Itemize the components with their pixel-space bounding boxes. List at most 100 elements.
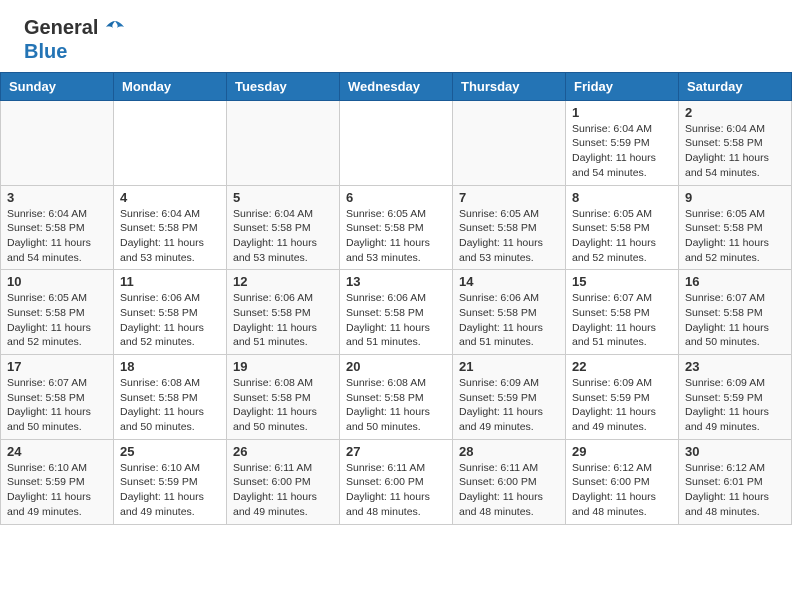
calendar-cell: 23Sunrise: 6:09 AM Sunset: 5:59 PM Dayli…: [679, 355, 792, 440]
day-number: 17: [7, 359, 107, 374]
calendar-cell: 19 Sunrise: 6:08 AM Sunset: 5:58 PM Dayli…: [227, 355, 340, 440]
calendar-cell: 9Sunrise: 6:05 AM Sunset: 5:58 PM Daylig…: [679, 185, 792, 270]
calendar-header-row: SundayMondayTuesdayWednesdayThursdayFrid…: [1, 72, 792, 100]
logo-general-text: General: [24, 17, 98, 39]
day-info: Sunrise: 6:12 AM Sunset: 6:01 PM Dayligh…: [685, 461, 785, 520]
week-row-2: 3 Sunrise: 6:04 AM Sunset: 5:58 PM Daylig…: [1, 185, 792, 270]
calendar-cell: 8 Sunrise: 6:05 AM Sunset: 5:58 PM Daylig…: [566, 185, 679, 270]
day-info: Sunrise: 6:07 AM Sunset: 5:58 PM Dayligh…: [685, 291, 785, 350]
day-info: Sunrise: 6:11 AM Sunset: 6:00 PM Dayligh…: [459, 461, 559, 520]
day-number: 1: [572, 105, 672, 120]
day-info: Sunrise: 6:10 AM Sunset: 5:59 PM Dayligh…: [120, 461, 220, 520]
calendar-cell: 26 Sunrise: 6:11 AM Sunset: 6:00 PM Dayli…: [227, 439, 340, 524]
day-number: 10: [7, 274, 107, 289]
calendar-cell: 7 Sunrise: 6:05 AM Sunset: 5:58 PM Daylig…: [453, 185, 566, 270]
day-number: 8: [572, 190, 672, 205]
calendar-cell: [453, 100, 566, 185]
day-number: 12: [233, 274, 333, 289]
day-info: Sunrise: 6:09 AM Sunset: 5:59 PM Dayligh…: [685, 376, 785, 435]
day-info: Sunrise: 6:04 AM Sunset: 5:58 PM Dayligh…: [233, 207, 333, 266]
header-sunday: Sunday: [1, 72, 114, 100]
calendar-cell: 13Sunrise: 6:06 AM Sunset: 5:58 PM Dayli…: [340, 270, 453, 355]
week-row-5: 24 Sunrise: 6:10 AM Sunset: 5:59 PM Dayli…: [1, 439, 792, 524]
calendar-table: SundayMondayTuesdayWednesdayThursdayFrid…: [0, 72, 792, 525]
day-info: Sunrise: 6:08 AM Sunset: 5:58 PM Dayligh…: [120, 376, 220, 435]
day-number: 30: [685, 444, 785, 459]
calendar-cell: 15 Sunrise: 6:07 AM Sunset: 5:58 PM Dayli…: [566, 270, 679, 355]
day-info: Sunrise: 6:12 AM Sunset: 6:00 PM Dayligh…: [572, 461, 672, 520]
day-number: 24: [7, 444, 107, 459]
day-number: 19: [233, 359, 333, 374]
day-info: Sunrise: 6:05 AM Sunset: 5:58 PM Dayligh…: [572, 207, 672, 266]
calendar-cell: 2 Sunrise: 6:04 AM Sunset: 5:58 PM Daylig…: [679, 100, 792, 185]
day-number: 22: [572, 359, 672, 374]
calendar-cell: 28 Sunrise: 6:11 AM Sunset: 6:00 PM Dayli…: [453, 439, 566, 524]
calendar-cell: 11Sunrise: 6:06 AM Sunset: 5:58 PM Dayli…: [114, 270, 227, 355]
day-number: 14: [459, 274, 559, 289]
calendar-cell: 16 Sunrise: 6:07 AM Sunset: 5:58 PM Dayli…: [679, 270, 792, 355]
header-saturday: Saturday: [679, 72, 792, 100]
calendar-cell: 6 Sunrise: 6:05 AM Sunset: 5:58 PM Daylig…: [340, 185, 453, 270]
calendar-cell: 1Sunrise: 6:04 AM Sunset: 5:59 PM Daylig…: [566, 100, 679, 185]
calendar-cell: 12Sunrise: 6:06 AM Sunset: 5:58 PM Dayli…: [227, 270, 340, 355]
day-info: Sunrise: 6:05 AM Sunset: 5:58 PM Dayligh…: [459, 207, 559, 266]
calendar-cell: 17 Sunrise: 6:07 AM Sunset: 5:58 PM Dayli…: [1, 355, 114, 440]
calendar-cell: 27 Sunrise: 6:11 AM Sunset: 6:00 PM Dayli…: [340, 439, 453, 524]
header-friday: Friday: [566, 72, 679, 100]
day-number: 26: [233, 444, 333, 459]
calendar-cell: [1, 100, 114, 185]
day-info: Sunrise: 6:10 AM Sunset: 5:59 PM Dayligh…: [7, 461, 107, 520]
calendar-cell: [340, 100, 453, 185]
calendar-cell: 14 Sunrise: 6:06 AM Sunset: 5:58 PM Dayli…: [453, 270, 566, 355]
calendar-cell: 21Sunrise: 6:09 AM Sunset: 5:59 PM Dayli…: [453, 355, 566, 440]
calendar-cell: 24 Sunrise: 6:10 AM Sunset: 5:59 PM Dayli…: [1, 439, 114, 524]
calendar-cell: 10 Sunrise: 6:05 AM Sunset: 5:58 PM Dayli…: [1, 270, 114, 355]
day-info: Sunrise: 6:05 AM Sunset: 5:58 PM Dayligh…: [346, 207, 446, 266]
day-number: 5: [233, 190, 333, 205]
header-thursday: Thursday: [453, 72, 566, 100]
calendar-cell: 4 Sunrise: 6:04 AM Sunset: 5:58 PM Daylig…: [114, 185, 227, 270]
day-info: Sunrise: 6:04 AM Sunset: 5:58 PM Dayligh…: [7, 207, 107, 266]
day-number: 18: [120, 359, 220, 374]
day-info: Sunrise: 6:06 AM Sunset: 5:58 PM Dayligh…: [459, 291, 559, 350]
calendar-cell: 29 Sunrise: 6:12 AM Sunset: 6:00 PM Dayli…: [566, 439, 679, 524]
day-info: Sunrise: 6:08 AM Sunset: 5:58 PM Dayligh…: [233, 376, 333, 435]
day-number: 29: [572, 444, 672, 459]
week-row-1: 1Sunrise: 6:04 AM Sunset: 5:59 PM Daylig…: [1, 100, 792, 185]
day-info: Sunrise: 6:05 AM Sunset: 5:58 PM Dayligh…: [7, 291, 107, 350]
calendar-cell: 5 Sunrise: 6:04 AM Sunset: 5:58 PM Daylig…: [227, 185, 340, 270]
day-number: 7: [459, 190, 559, 205]
header-monday: Monday: [114, 72, 227, 100]
logo-bird-icon: [104, 19, 126, 41]
calendar-cell: [114, 100, 227, 185]
day-number: 27: [346, 444, 446, 459]
day-number: 4: [120, 190, 220, 205]
day-info: Sunrise: 6:04 AM Sunset: 5:58 PM Dayligh…: [120, 207, 220, 266]
day-number: 6: [346, 190, 446, 205]
calendar-cell: 18 Sunrise: 6:08 AM Sunset: 5:58 PM Dayli…: [114, 355, 227, 440]
calendar-cell: 30 Sunrise: 6:12 AM Sunset: 6:01 PM Dayli…: [679, 439, 792, 524]
day-info: Sunrise: 6:07 AM Sunset: 5:58 PM Dayligh…: [7, 376, 107, 435]
day-number: 3: [7, 190, 107, 205]
day-info: Sunrise: 6:11 AM Sunset: 6:00 PM Dayligh…: [346, 461, 446, 520]
day-info: Sunrise: 6:04 AM Sunset: 5:58 PM Dayligh…: [685, 122, 785, 181]
day-info: Sunrise: 6:08 AM Sunset: 5:58 PM Dayligh…: [346, 376, 446, 435]
day-number: 15: [572, 274, 672, 289]
day-info: Sunrise: 6:11 AM Sunset: 6:00 PM Dayligh…: [233, 461, 333, 520]
week-row-3: 10 Sunrise: 6:05 AM Sunset: 5:58 PM Dayli…: [1, 270, 792, 355]
day-info: Sunrise: 6:07 AM Sunset: 5:58 PM Dayligh…: [572, 291, 672, 350]
calendar-cell: 20Sunrise: 6:08 AM Sunset: 5:58 PM Dayli…: [340, 355, 453, 440]
logo-blue-text: Blue: [24, 41, 67, 63]
day-info: Sunrise: 6:09 AM Sunset: 5:59 PM Dayligh…: [572, 376, 672, 435]
day-number: 28: [459, 444, 559, 459]
day-number: 25: [120, 444, 220, 459]
header-wednesday: Wednesday: [340, 72, 453, 100]
calendar-cell: 3 Sunrise: 6:04 AM Sunset: 5:58 PM Daylig…: [1, 185, 114, 270]
calendar-cell: 22 Sunrise: 6:09 AM Sunset: 5:59 PM Dayli…: [566, 355, 679, 440]
day-info: Sunrise: 6:06 AM Sunset: 5:58 PM Dayligh…: [120, 291, 220, 350]
calendar-cell: 25 Sunrise: 6:10 AM Sunset: 5:59 PM Dayli…: [114, 439, 227, 524]
calendar-cell: [227, 100, 340, 185]
day-number: 2: [685, 105, 785, 120]
day-number: 16: [685, 274, 785, 289]
page-header: General Blue: [0, 0, 792, 72]
